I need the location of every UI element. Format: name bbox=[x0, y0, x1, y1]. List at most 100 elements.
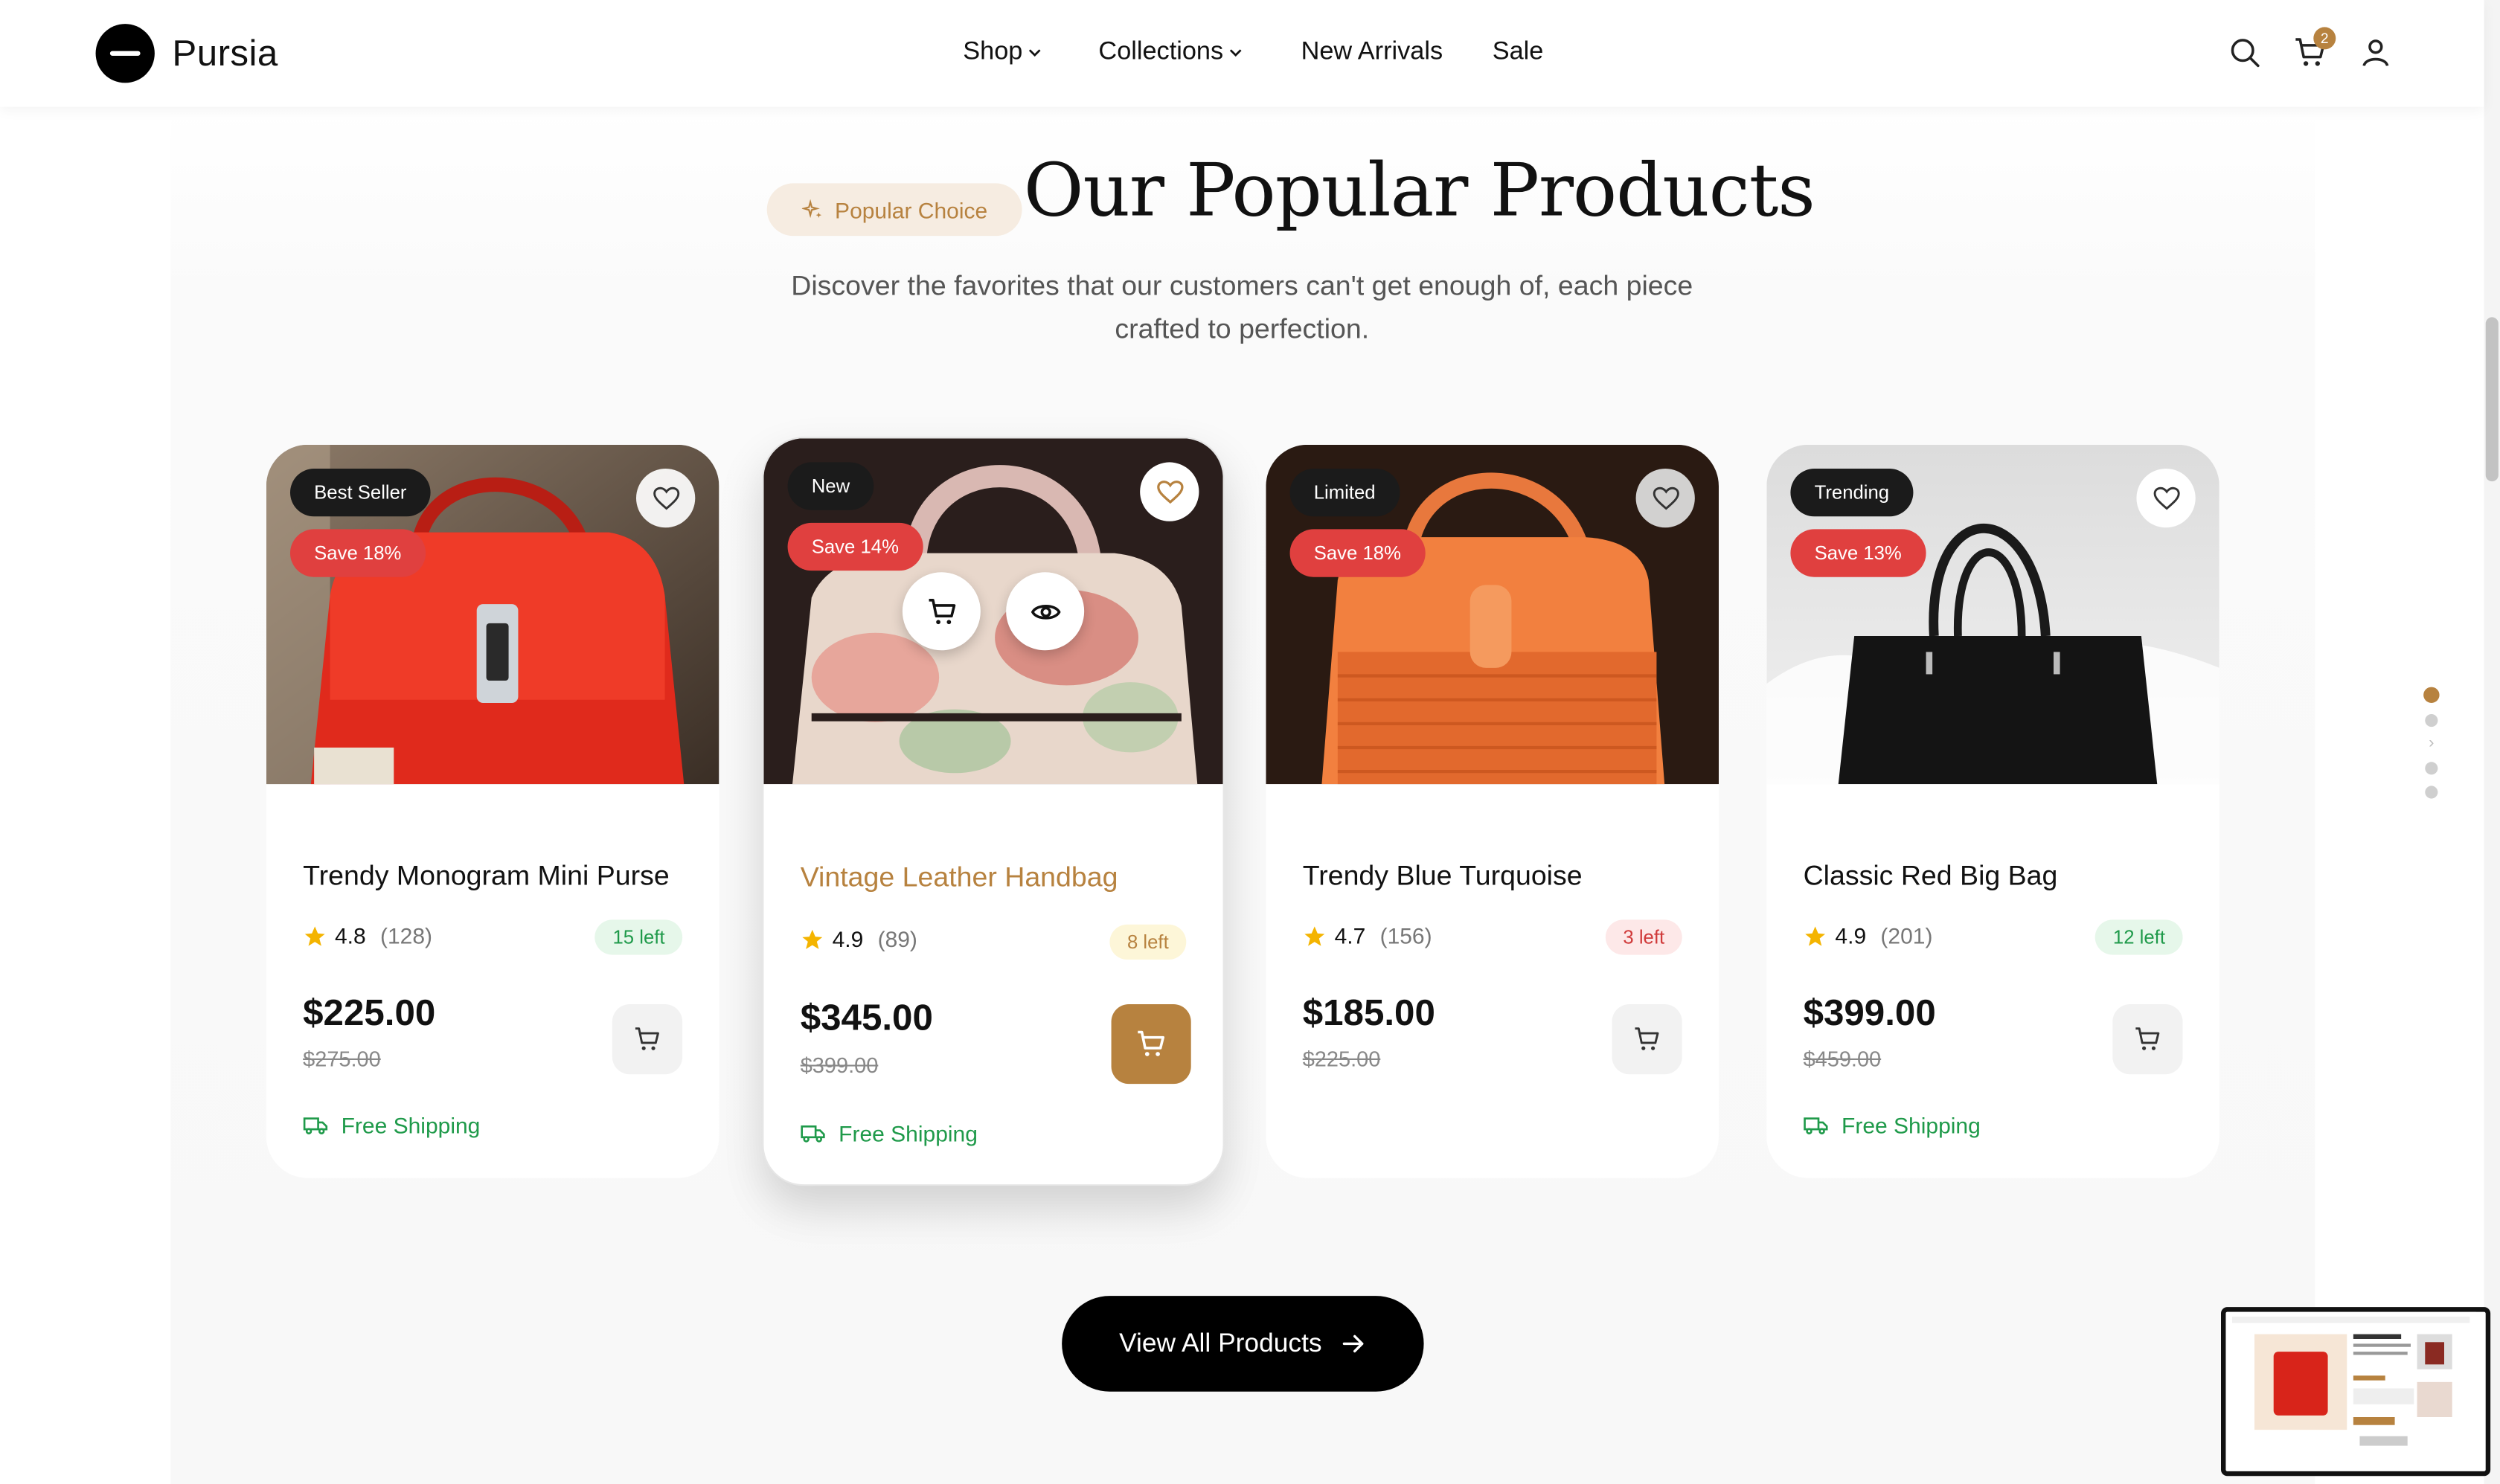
heart-icon bbox=[1156, 479, 1183, 504]
popular-choice-badge: Popular Choice bbox=[766, 183, 1022, 237]
scrollbar-track[interactable] bbox=[2484, 0, 2500, 1484]
stock-badge: 3 left bbox=[1605, 919, 1682, 955]
star-icon bbox=[1304, 925, 1325, 945]
truck-icon bbox=[801, 1125, 825, 1143]
quick-add-to-cart-button[interactable] bbox=[902, 572, 981, 651]
product-rating: 4.8 (128) bbox=[303, 923, 432, 948]
cart-icon bbox=[1138, 1030, 1164, 1056]
review-count: (128) bbox=[380, 922, 433, 948]
heart-icon bbox=[2153, 486, 2179, 510]
user-icon[interactable] bbox=[2358, 35, 2393, 70]
nav-sale[interactable]: Sale bbox=[1493, 38, 1544, 67]
shipping-label: Free Shipping bbox=[341, 1112, 481, 1138]
review-count: (156) bbox=[1379, 922, 1432, 948]
shipping-info: Free Shipping bbox=[303, 1113, 480, 1138]
rating-value: 4.9 bbox=[1835, 922, 1867, 948]
product-card[interactable]: Best Seller Save 18% Trendy Monogram Min… bbox=[266, 444, 719, 1178]
cart-count-badge: 2 bbox=[2313, 27, 2336, 50]
shipping-info: Free Shipping bbox=[1804, 1113, 1981, 1138]
original-price: $459.00 bbox=[1803, 1047, 1882, 1071]
product-card[interactable]: Limited Save 18% Trendy Blue Turquoise 4… bbox=[1266, 444, 1719, 1178]
product-name[interactable]: Vintage Leather Handbag bbox=[801, 861, 1118, 894]
rating-value: 4.9 bbox=[832, 926, 864, 952]
shipping-label: Free Shipping bbox=[839, 1120, 978, 1146]
review-count: (89) bbox=[877, 926, 917, 952]
truck-icon bbox=[303, 1117, 328, 1134]
chevron-right-icon[interactable]: › bbox=[2425, 736, 2438, 751]
nav-shop[interactable]: Shop bbox=[963, 38, 1042, 67]
brand-name[interactable]: Pursia bbox=[172, 32, 278, 75]
site-header: Pursia Shop Collections New Arrivals Sal… bbox=[0, 0, 2484, 107]
sparkle-icon bbox=[801, 198, 821, 218]
product-card[interactable]: Trending Save 13% Classic Red Big Bag 4.… bbox=[1766, 444, 2219, 1178]
quick-view-button[interactable] bbox=[1006, 572, 1085, 651]
shipping-label: Free Shipping bbox=[1842, 1112, 1981, 1138]
add-to-cart-button[interactable] bbox=[1111, 1004, 1191, 1085]
discount-badge: Save 18% bbox=[1289, 529, 1426, 577]
nav-new-arrivals[interactable]: New Arrivals bbox=[1301, 38, 1443, 67]
product-price: $399.00 bbox=[1803, 991, 1936, 1033]
wishlist-button[interactable] bbox=[1140, 462, 1199, 521]
heart-icon bbox=[653, 486, 679, 510]
original-price: $225.00 bbox=[1302, 1047, 1381, 1071]
add-to-cart-button[interactable] bbox=[612, 1004, 683, 1075]
add-to-cart-button[interactable] bbox=[1612, 1004, 1682, 1075]
discount-badge: Save 13% bbox=[1790, 529, 1926, 577]
section-dot[interactable] bbox=[2423, 687, 2440, 703]
product-rating: 4.7 (156) bbox=[1303, 923, 1432, 948]
add-to-cart-button[interactable] bbox=[2112, 1004, 2183, 1075]
section-dots-nav: › bbox=[2423, 687, 2440, 810]
product-price: $345.00 bbox=[800, 996, 933, 1038]
wishlist-button[interactable] bbox=[2136, 469, 2196, 528]
product-price: $185.00 bbox=[1302, 991, 1435, 1033]
star-icon bbox=[1805, 925, 1826, 945]
product-tag: Limited bbox=[1289, 469, 1400, 517]
stock-badge: 15 left bbox=[594, 919, 683, 955]
truck-icon bbox=[1804, 1117, 1828, 1134]
product-name[interactable]: Trendy Monogram Mini Purse bbox=[303, 859, 670, 893]
cart-icon bbox=[1635, 1027, 1659, 1050]
product-rating: 4.9 (201) bbox=[1804, 922, 1933, 948]
star-icon bbox=[802, 928, 823, 948]
scrollbar-thumb[interactable] bbox=[2485, 317, 2499, 482]
popular-choice-label: Popular Choice bbox=[835, 196, 988, 222]
original-price: $275.00 bbox=[303, 1047, 381, 1071]
heart-icon bbox=[1652, 486, 1679, 510]
shipping-info: Free Shipping bbox=[801, 1120, 978, 1146]
cart-icon bbox=[635, 1027, 659, 1050]
discount-badge: Save 14% bbox=[787, 522, 923, 571]
logo-icon[interactable] bbox=[95, 24, 155, 83]
page-minimap[interactable] bbox=[2221, 1307, 2491, 1477]
original-price: $399.00 bbox=[800, 1053, 879, 1078]
section-dot[interactable] bbox=[2425, 786, 2438, 799]
search-icon[interactable] bbox=[2228, 35, 2263, 70]
wishlist-button[interactable] bbox=[1635, 469, 1695, 528]
nav-sale-label: Sale bbox=[1492, 38, 1544, 65]
chevron-down-icon bbox=[1029, 49, 1042, 57]
nav-collections[interactable]: Collections bbox=[1098, 38, 1243, 67]
cart-icon bbox=[928, 597, 955, 624]
rating-value: 4.7 bbox=[1334, 922, 1366, 948]
view-all-products-button[interactable]: View All Products bbox=[1062, 1296, 1424, 1392]
product-name[interactable]: Classic Red Big Bag bbox=[1804, 859, 2058, 893]
nav-shop-label: Shop bbox=[963, 38, 1023, 65]
chevron-down-icon bbox=[1230, 49, 1243, 57]
nav-collections-label: Collections bbox=[1098, 38, 1224, 65]
product-card[interactable]: New Save 14% Vintage Leather Handbag 4.9… bbox=[762, 437, 1225, 1186]
section-subtitle: Discover the favorites that our customer… bbox=[791, 269, 1693, 344]
review-count: (201) bbox=[1880, 922, 1933, 948]
eye-icon bbox=[1030, 603, 1060, 619]
view-all-label: View All Products bbox=[1119, 1329, 1322, 1358]
product-name[interactable]: Trendy Blue Turquoise bbox=[1303, 859, 1583, 893]
star-icon bbox=[304, 925, 325, 945]
nav-new-arrivals-label: New Arrivals bbox=[1301, 38, 1443, 65]
stock-badge: 8 left bbox=[1109, 924, 1187, 960]
section-dot[interactable] bbox=[2425, 714, 2438, 727]
rating-value: 4.8 bbox=[335, 922, 366, 948]
product-rating: 4.9 (89) bbox=[801, 926, 917, 951]
stock-badge: 12 left bbox=[2095, 919, 2183, 955]
section-dot[interactable] bbox=[2425, 762, 2438, 775]
arrow-right-icon bbox=[1342, 1334, 1364, 1353]
wishlist-button[interactable] bbox=[636, 469, 696, 528]
product-tag: Best Seller bbox=[290, 469, 431, 517]
